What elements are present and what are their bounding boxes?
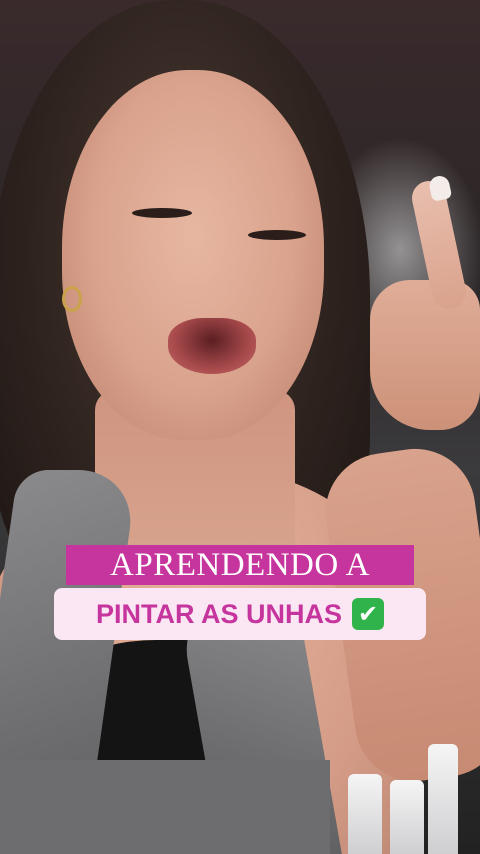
video-frame[interactable]: APRENDENDO A PINTAR AS UNHAS ✔	[0, 0, 480, 854]
polish-bottle	[390, 780, 424, 854]
person-face	[62, 70, 324, 440]
polish-bottle	[348, 774, 382, 854]
caption-banner-bottom: PINTAR AS UNHAS ✔	[54, 588, 426, 640]
left-eye	[132, 208, 192, 218]
caption-banner-top: APRENDENDO A	[66, 545, 414, 585]
earring	[62, 286, 82, 312]
caption-line-1: APRENDENDO A	[110, 546, 370, 583]
nail-polish-bottles	[340, 740, 480, 854]
right-eye	[248, 230, 306, 240]
caption-line-2: PINTAR AS UNHAS	[95, 598, 342, 629]
polish-bottle	[428, 744, 458, 854]
palm	[370, 280, 480, 430]
pointing-hand	[360, 174, 480, 480]
check-mark-button-icon: ✔	[352, 598, 384, 630]
mouth	[168, 318, 256, 374]
tank-top-body	[0, 760, 330, 854]
